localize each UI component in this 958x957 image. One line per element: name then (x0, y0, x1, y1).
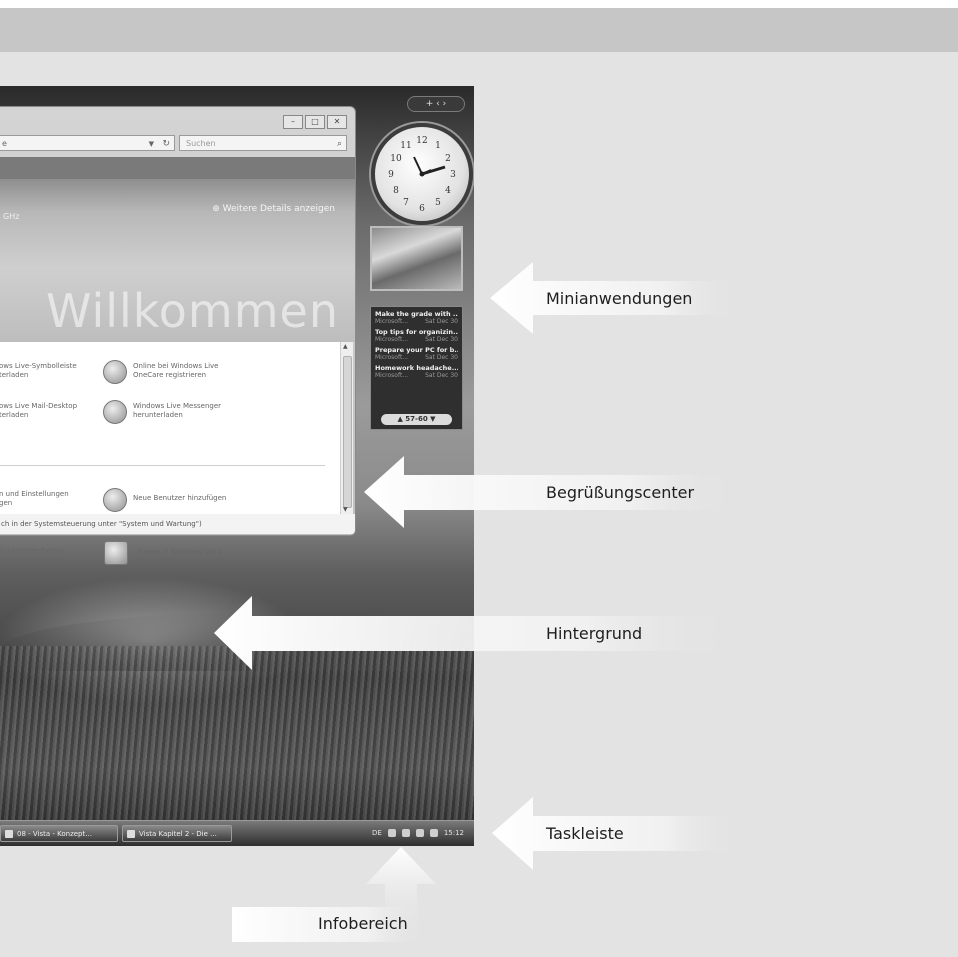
scrollbar-thumb[interactable] (343, 356, 352, 508)
feed-item[interactable]: Homework headache... Microsoft... Sat Dec… (375, 364, 458, 379)
svg-text:1: 1 (435, 141, 441, 151)
svg-text:6: 6 (419, 204, 425, 214)
vista-desktop-screenshot: + ‹ › 12 1 2 345 678 9 10 11 Make the grade … (0, 86, 474, 846)
feed-item[interactable]: Top tips for organizin... Microsoft... Sa… (375, 328, 458, 343)
address-text: e (2, 139, 7, 148)
more-details-label: Weitere Details anzeigen (222, 204, 335, 214)
scroll-up-icon[interactable]: ▲ (343, 343, 348, 350)
feed-nav[interactable]: ▲ 57-60 ▼ (381, 414, 452, 425)
feed-item-source: Microsoft... (375, 318, 409, 325)
cpu-info: GHz (3, 212, 20, 221)
callout-label-begruessungscenter: Begrüßungscenter (546, 483, 695, 502)
keyboard-icon[interactable] (387, 829, 396, 837)
feed-item-date: Sat Dec 30 (425, 354, 458, 361)
onecare-icon (103, 360, 127, 384)
feed-item[interactable]: Make the grade with ... Microsoft... Sat … (375, 310, 458, 325)
callout-label-hintergrund: Hintergrund (546, 624, 643, 643)
svg-text:8: 8 (393, 186, 399, 196)
callout-label-taskleiste: Taskleiste (546, 824, 624, 843)
item-live-toolbar[interactable]: ows Live-Symbolleiste terladen (0, 362, 77, 380)
feed-item-title: Make the grade with ... (375, 310, 458, 318)
clock-time[interactable]: 15:12 (444, 825, 464, 842)
feed-item-source: Microsoft... (375, 336, 409, 343)
feed-item-title: Prepare your PC for b... (375, 346, 458, 354)
svg-text:11: 11 (400, 141, 411, 151)
users-icon (103, 488, 127, 512)
messenger-icon (103, 400, 127, 424)
callout-label-minianwendungen: Minianwendungen (546, 289, 693, 308)
book-icon (104, 541, 128, 565)
feed-item-date: Sat Dec 30 (425, 336, 458, 343)
top-bar (0, 0, 958, 52)
slideshow-gadget[interactable] (370, 226, 463, 291)
feed-item[interactable]: Prepare your PC for b... Microsoft... Sat… (375, 346, 458, 361)
item-settings[interactable]: n und Einstellungen gen (0, 490, 69, 508)
svg-text:4: 4 (445, 186, 451, 196)
feed-nav-range: 57-60 (405, 415, 428, 423)
svg-text:10: 10 (390, 154, 402, 164)
address-bar[interactable]: e ▼ ↻ (0, 135, 175, 151)
background-grass (0, 646, 474, 846)
item-onecare[interactable]: Online bei Windows Live OneCare registri… (133, 362, 219, 380)
item-add-users[interactable]: Neue Benutzer hinzufügen (133, 494, 226, 503)
feed-item-source: Microsoft... (375, 372, 409, 379)
welcome-content: ows Live-Symbolleiste terladen Online be… (0, 342, 340, 514)
svg-text:2: 2 (445, 154, 451, 164)
refresh-icon[interactable]: ↻ (162, 136, 170, 152)
banner-strip (0, 157, 355, 179)
welcome-banner: GHz ⊕ Weitere Details anzeigen Willkomme… (0, 157, 355, 342)
window-controls: – □ ✕ (281, 115, 347, 129)
feed-item-date: Sat Dec 30 (425, 318, 458, 325)
separator (0, 465, 325, 466)
expand-icon: ⊕ (212, 204, 223, 214)
feed-item-title: Top tips for organizin... (375, 328, 458, 336)
taskbar-button[interactable]: 08 - Vista - Konzept... (0, 825, 118, 842)
window-footer: ch in der Systemsteuerung unter "System … (0, 514, 355, 534)
notification-area: DE 15:12 (372, 825, 464, 842)
svg-text:3: 3 (450, 170, 456, 180)
search-icon[interactable]: ⌕ (337, 136, 342, 152)
scrollbar[interactable]: ▲ ▼ (340, 342, 353, 514)
item-whats-new[interactable]: Neues in Windows Vista (138, 548, 222, 557)
sidebar-toolbar[interactable]: + ‹ › (407, 96, 465, 112)
language-indicator[interactable]: DE (372, 825, 382, 842)
scroll-down-icon[interactable]: ▼ (343, 506, 348, 513)
more-details-link[interactable]: ⊕ Weitere Details anzeigen (212, 204, 335, 214)
address-row: e ▼ ↻ Suchen ⌕ (0, 135, 347, 151)
minimize-icon[interactable]: – (283, 115, 303, 129)
feed-headlines-gadget[interactable]: Make the grade with ... Microsoft... Sat … (370, 306, 463, 430)
clock-face-icon: 12 12 345 678 91011 (388, 136, 456, 214)
item-messenger[interactable]: Windows Live Messenger herunterladen (133, 402, 221, 420)
item-ultimate-extras-row[interactable]: es Ultimate-Extras (0, 547, 63, 556)
volume-icon[interactable] (429, 829, 438, 837)
search-placeholder: Suchen (186, 139, 216, 148)
item-live-mail[interactable]: ows Live Mail-Desktop terladen (0, 402, 77, 420)
prev-arrow-icon[interactable]: ▲ (397, 415, 402, 423)
network-icon[interactable] (415, 829, 424, 837)
welcome-center-window[interactable]: – □ ✕ e ▼ ↻ Suchen ⌕ GHz ⊕ Weitere Detai… (0, 106, 356, 536)
search-input[interactable]: Suchen ⌕ (179, 135, 347, 151)
clock-gadget[interactable]: 12 1 2 345 678 9 10 11 (371, 123, 473, 225)
svg-text:9: 9 (388, 170, 394, 180)
svg-text:5: 5 (435, 198, 441, 208)
taskbar-button[interactable]: Vista Kapitel 2 - Die ... (122, 825, 232, 842)
next-arrow-icon[interactable]: ▼ (430, 415, 435, 423)
taskbar[interactable]: 08 - Vista - Konzept... Vista Kapitel 2 … (0, 820, 474, 846)
maximize-icon[interactable]: □ (305, 115, 325, 129)
feed-item-source: Microsoft... (375, 354, 409, 361)
chevron-down-icon[interactable]: ▼ (149, 136, 154, 152)
feed-item-title: Homework headache... (375, 364, 458, 372)
security-icon[interactable] (401, 829, 410, 837)
callout-label-infobereich: Infobereich (318, 914, 408, 933)
svg-text:7: 7 (403, 198, 409, 208)
svg-text:12: 12 (416, 136, 427, 146)
feed-item-date: Sat Dec 30 (425, 372, 458, 379)
welcome-heading: Willkommen (45, 284, 339, 338)
close-icon[interactable]: ✕ (327, 115, 347, 129)
